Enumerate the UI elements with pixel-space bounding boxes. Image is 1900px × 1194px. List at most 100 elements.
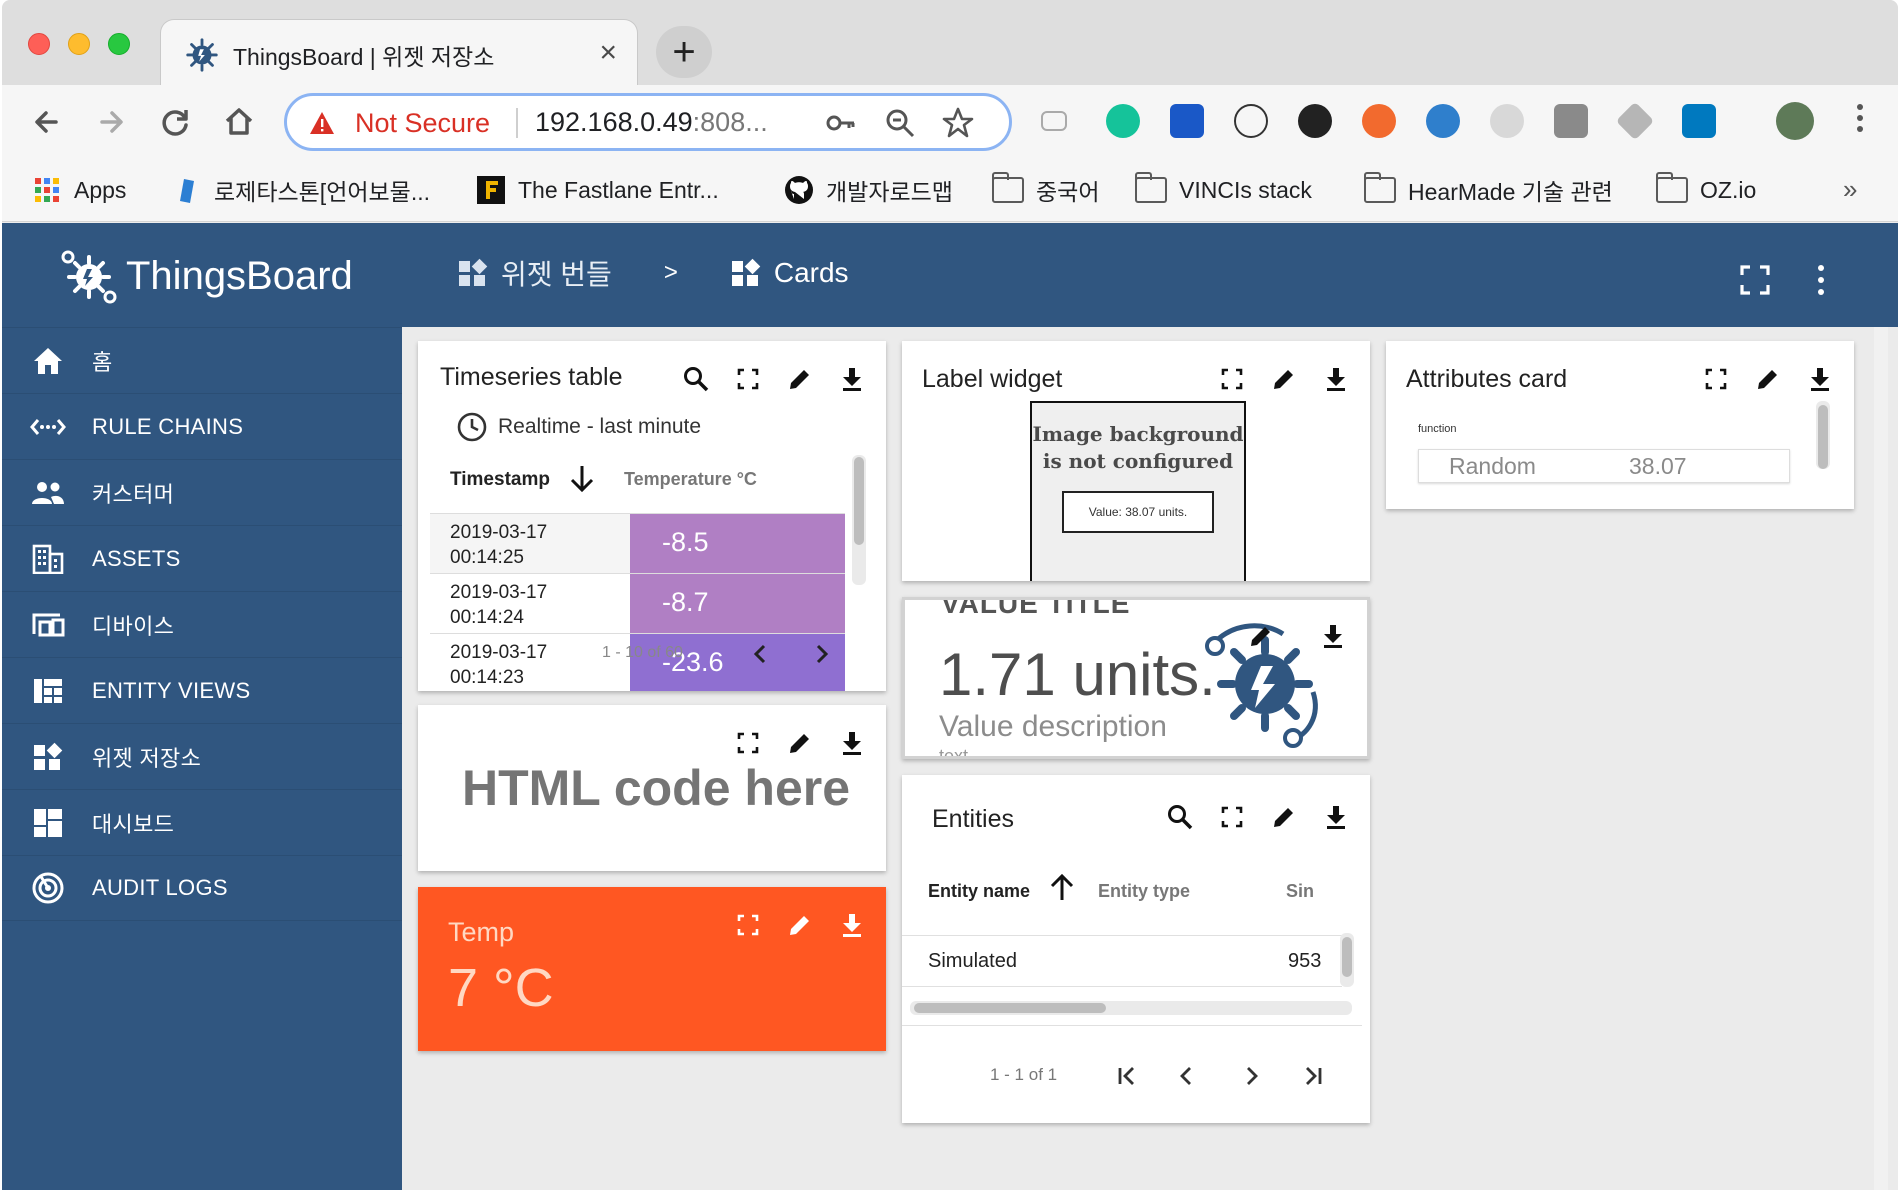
download-icon[interactable] xyxy=(1320,363,1352,395)
bookmarks-overflow-icon[interactable]: » xyxy=(1843,174,1857,205)
zoom-window-button[interactable] xyxy=(108,33,130,55)
download-icon[interactable] xyxy=(836,363,868,395)
fullscreen-icon[interactable] xyxy=(732,727,764,759)
star-icon[interactable] xyxy=(941,106,975,140)
column-header-entity-name[interactable]: Entity name xyxy=(928,881,1030,902)
table-row[interactable]: 2019-03-17 00:14:23 -23.6 1 - 10 of 60 xyxy=(430,633,845,691)
sidebar-item-dashboards[interactable]: 대시보드 xyxy=(2,789,402,855)
chevron-left-icon[interactable] xyxy=(752,644,768,664)
json-viewer-icon[interactable] xyxy=(1234,104,1268,138)
fullscreen-icon[interactable] xyxy=(732,909,764,941)
prev-page-icon[interactable] xyxy=(1172,1061,1202,1091)
download-icon[interactable] xyxy=(1320,801,1352,833)
sidebar-item-devices[interactable]: 디바이스 xyxy=(2,591,402,657)
edit-icon[interactable] xyxy=(1752,363,1784,395)
column-header-third[interactable]: Sin xyxy=(1286,881,1314,902)
sidebar-item-customers[interactable]: 커스터머 xyxy=(2,459,402,525)
search-icon[interactable] xyxy=(680,363,712,395)
tab-close-icon[interactable]: × xyxy=(599,34,617,72)
chevron-right-icon[interactable] xyxy=(814,644,830,664)
bookmark-roadmap[interactable]: 개발자로드맵 xyxy=(784,170,953,210)
url-text[interactable]: 192.168.0.49:808... xyxy=(535,107,768,138)
first-page-icon[interactable] xyxy=(1112,1061,1142,1091)
fullscreen-icon[interactable] xyxy=(1700,363,1732,395)
extension-mail-icon[interactable] xyxy=(1041,111,1067,131)
table-scrollbar[interactable] xyxy=(852,455,866,585)
edit-icon[interactable] xyxy=(784,727,816,759)
lifebuoy-extension-icon[interactable] xyxy=(1362,104,1396,138)
new-tab-button[interactable]: + xyxy=(656,26,712,78)
column-header-entity-type[interactable]: Entity type xyxy=(1098,881,1190,902)
edit-icon[interactable] xyxy=(1268,801,1300,833)
value-card-widget[interactable]: VALUE TITLE 1.71 units. Value descriptio… xyxy=(902,597,1370,759)
profile-avatar[interactable] xyxy=(1776,102,1814,140)
bookmark-rosetta[interactable]: 로제타스톤[언어보물... xyxy=(172,170,430,210)
edit-icon[interactable] xyxy=(1268,363,1300,395)
bookmark-chinese[interactable]: 중국어 xyxy=(992,170,1099,210)
zoom-icon[interactable] xyxy=(883,106,917,140)
bookmark-ozio[interactable]: OZ.io xyxy=(1656,170,1756,210)
search-icon[interactable] xyxy=(1164,801,1196,833)
html-card-widget[interactable]: HTML code here xyxy=(418,705,886,871)
grammarly-icon[interactable] xyxy=(1106,104,1140,138)
breadcrumb-widget-bundles[interactable]: 위젯 번들 xyxy=(457,253,612,293)
download-icon[interactable] xyxy=(836,909,868,941)
g-extension-icon[interactable] xyxy=(1490,104,1524,138)
edit-icon[interactable] xyxy=(1245,620,1277,652)
browser-tab[interactable]: ThingsBoard | 위젯 저장소 × xyxy=(160,19,638,86)
globe-extension-icon[interactable] xyxy=(1426,104,1460,138)
edit-icon[interactable] xyxy=(784,909,816,941)
brand-logo[interactable]: ThingsBoard xyxy=(60,247,353,305)
entities-widget[interactable]: Entities Entity name Entity type Sin Sim… xyxy=(902,775,1370,1123)
edit-icon[interactable] xyxy=(784,363,816,395)
timer-extension-icon[interactable] xyxy=(1298,104,1332,138)
timeseries-table-widget[interactable]: Timeseries table Realtime - last minute … xyxy=(418,341,886,691)
table-row[interactable]: Simulated 953 xyxy=(902,935,1342,987)
sort-arrow-down-icon[interactable] xyxy=(568,463,596,495)
download-icon[interactable] xyxy=(836,727,868,759)
table-row[interactable]: 2019-03-17 00:14:24 -8.7 xyxy=(430,573,845,634)
bookmark-fastlane[interactable]: The Fastlane Entr... xyxy=(476,170,719,210)
sidebar-item-home[interactable]: 홈 xyxy=(2,327,402,393)
bookmark-hearmade[interactable]: HearMade 기술 관련 xyxy=(1364,170,1613,210)
reload-icon[interactable] xyxy=(154,101,196,143)
fullscreen-icon[interactable] xyxy=(1216,801,1248,833)
page-scrollbar[interactable] xyxy=(1874,327,1888,1190)
minimize-window-button[interactable] xyxy=(68,33,90,55)
last-page-icon[interactable] xyxy=(1298,1061,1328,1091)
not-secure-label[interactable]: Not Secure xyxy=(355,108,490,139)
fullscreen-icon[interactable] xyxy=(732,363,764,395)
back-icon[interactable] xyxy=(26,101,68,143)
fullscreen-icon[interactable] xyxy=(1216,363,1248,395)
bookmark-vincis[interactable]: VINCIs stack xyxy=(1135,170,1312,210)
column-header-temperature[interactable]: Temperature °C xyxy=(624,469,757,490)
attributes-scrollbar[interactable] xyxy=(1816,401,1830,469)
sidebar-item-audit-logs[interactable]: AUDIT LOGS xyxy=(2,855,402,921)
sidebar-item-assets[interactable]: ASSETS xyxy=(2,525,402,591)
more-vert-icon[interactable] xyxy=(1814,263,1828,297)
reader-extension-icon[interactable] xyxy=(1554,104,1588,138)
home-browser-icon[interactable] xyxy=(218,101,260,143)
next-page-icon[interactable] xyxy=(1236,1061,1266,1091)
address-bar[interactable]: Not Secure 192.168.0.49:808... xyxy=(284,93,1012,151)
browser-menu-icon[interactable] xyxy=(1855,101,1865,135)
download-icon[interactable] xyxy=(1804,363,1836,395)
sidebar-item-rule-chains[interactable]: RULE CHAINS xyxy=(2,393,402,459)
bookmark-apps[interactable]: Apps xyxy=(32,170,126,210)
key-icon[interactable] xyxy=(823,106,857,140)
close-window-button[interactable] xyxy=(28,33,50,55)
sidebar-item-widgets[interactable]: 위젯 저장소 xyxy=(2,723,402,789)
sort-arrow-up-icon[interactable] xyxy=(1048,871,1076,903)
trello-icon[interactable] xyxy=(1682,104,1716,138)
sidebar-item-entity-views[interactable]: ENTITY VIEWS xyxy=(2,657,402,723)
fullscreen-icon[interactable] xyxy=(1738,263,1772,297)
temp-card-widget[interactable]: Temp 7 °C xyxy=(418,887,886,1051)
column-header-timestamp[interactable]: Timestamp xyxy=(450,469,550,491)
bookmark-extension-icon[interactable] xyxy=(1170,104,1204,138)
label-widget[interactable]: Label widget Image background is not con… xyxy=(902,341,1370,581)
attributes-card-widget[interactable]: Attributes card function Random 38.07 xyxy=(1386,341,1854,509)
timewindow-label[interactable]: Realtime - last minute xyxy=(456,411,701,443)
tag-extension-icon[interactable] xyxy=(1615,101,1655,141)
table-row[interactable]: 2019-03-17 00:14:25 -8.5 xyxy=(430,513,845,574)
table-horizontal-scrollbar[interactable] xyxy=(910,1001,1352,1015)
